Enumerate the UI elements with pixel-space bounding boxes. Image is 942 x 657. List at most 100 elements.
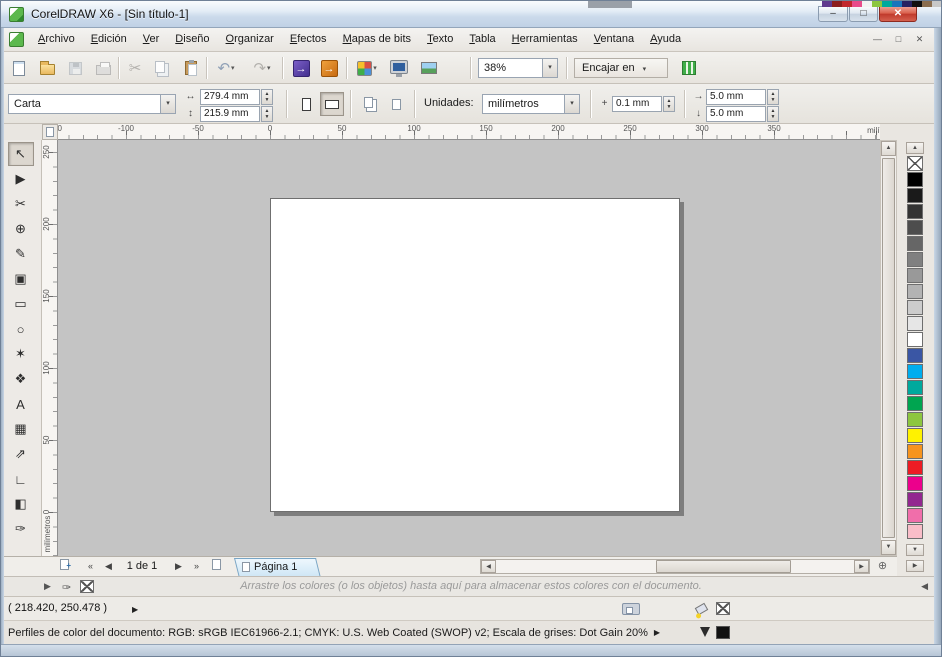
portrait-button[interactable] — [294, 92, 318, 116]
all-pages-button[interactable] — [358, 92, 382, 116]
redo-button[interactable]: ↷▾ — [246, 55, 278, 81]
color-swatch[interactable] — [907, 492, 923, 507]
color-swatch[interactable] — [907, 284, 923, 299]
page-tab[interactable]: Página 1 — [234, 558, 316, 576]
print-button[interactable] — [90, 55, 116, 81]
color-swatch[interactable] — [907, 460, 923, 475]
color-swatch[interactable] — [907, 380, 923, 395]
menu-efectos[interactable]: Efectos — [282, 28, 335, 51]
import-button[interactable]: → — [288, 55, 314, 81]
page-height-field[interactable]: 215.9 mm — [200, 106, 260, 122]
duplicate-x-down-button[interactable]: ▼ — [771, 97, 776, 103]
options-button[interactable] — [676, 55, 702, 81]
menu-texto[interactable]: Texto — [419, 28, 461, 51]
page-height-down-button[interactable]: ▼ — [265, 114, 270, 120]
smart-fill-tool[interactable]: ▣ — [8, 267, 34, 291]
color-swatch[interactable] — [907, 396, 923, 411]
page-width-down-button[interactable]: ▼ — [265, 97, 270, 103]
palette-scroll-up-button[interactable]: ▲ — [906, 142, 924, 154]
color-swatch[interactable] — [907, 204, 923, 219]
vertical-ruler[interactable]: 250 200 150 100 50 0 milímetros — [42, 140, 58, 556]
scroll-up-button[interactable]: ▲ — [881, 141, 896, 156]
application-launcher-button[interactable]: ▾ — [352, 55, 382, 81]
copy-button[interactable] — [150, 55, 176, 81]
paper-type-select[interactable]: Carta ▾ — [8, 94, 176, 114]
horizontal-scrollbar-thumb[interactable] — [656, 560, 791, 573]
eyedropper-icon[interactable]: ✑ — [62, 581, 71, 594]
status-misc-icon[interactable] — [622, 603, 640, 615]
drawing-canvas[interactable] — [58, 140, 880, 556]
document-palette-scroll-left-button[interactable]: ◀ — [921, 581, 928, 592]
nudge-down-button[interactable]: ▼ — [667, 104, 672, 110]
blend-tool[interactable]: ◧ — [8, 492, 34, 516]
paper-type-dropdown-icon[interactable]: ▾ — [160, 95, 175, 113]
scroll-right-button[interactable]: ▶ — [854, 560, 869, 573]
vertical-scrollbar[interactable]: ▲ ▼ — [880, 140, 897, 556]
menu-edicion[interactable]: Edición — [83, 28, 135, 51]
ellipse-tool[interactable]: ○ — [8, 317, 34, 341]
color-swatch[interactable] — [907, 172, 923, 187]
next-page-button[interactable]: ▶ — [170, 559, 187, 575]
first-page-button[interactable]: « — [82, 559, 99, 575]
menu-mapas-de-bits[interactable]: Mapas de bits — [335, 28, 420, 51]
maximize-button[interactable]: □ — [849, 6, 878, 22]
color-swatch[interactable] — [907, 188, 923, 203]
color-swatch[interactable] — [907, 476, 923, 491]
zoom-levels-combo[interactable]: 38% ▾ — [478, 58, 558, 78]
page-width-field[interactable]: 279.4 mm — [200, 89, 260, 105]
fill-bucket-icon[interactable] — [695, 603, 709, 615]
outline-pen-icon[interactable] — [700, 627, 710, 637]
polygon-tool[interactable]: ✶ — [8, 342, 34, 366]
color-swatch[interactable] — [907, 316, 923, 331]
horizontal-ruler[interactable]: -150 -100 -50 0 50 100 150 200 250 300 3… — [58, 124, 880, 140]
new-document-button[interactable] — [6, 55, 32, 81]
undo-button[interactable]: ↶▾ — [210, 55, 242, 81]
crop-tool[interactable]: ✂ — [8, 192, 34, 216]
paste-button[interactable] — [178, 55, 204, 81]
menu-ventana[interactable]: Ventana — [586, 28, 642, 51]
color-swatch[interactable] — [907, 252, 923, 267]
color-swatch[interactable] — [907, 268, 923, 283]
welcome-screen-button[interactable] — [386, 55, 412, 81]
color-swatch[interactable] — [907, 220, 923, 235]
doc-close-button[interactable]: ✕ — [911, 32, 928, 47]
palette-flyout-button[interactable]: ▶ — [906, 560, 924, 572]
nudge-offset-field[interactable]: 0.1 mm — [612, 96, 662, 112]
fill-none-swatch[interactable] — [716, 602, 730, 615]
snap-to-dropdown[interactable]: Encajar en▾ — [574, 58, 668, 78]
doc-restore-button[interactable]: □ — [890, 32, 907, 47]
redo-dropdown-icon[interactable]: ▾ — [267, 64, 271, 72]
scroll-down-button[interactable]: ▼ — [881, 540, 896, 555]
menu-ver[interactable]: Ver — [135, 28, 168, 51]
connector-tool[interactable]: ∟ — [8, 467, 34, 491]
color-swatch[interactable] — [907, 348, 923, 363]
color-swatch[interactable] — [907, 236, 923, 251]
color-swatch[interactable] — [907, 300, 923, 315]
palette-scroll-down-button[interactable]: ▼ — [906, 544, 924, 556]
shape-tool[interactable]: ▶ — [8, 167, 34, 191]
scroll-left-button[interactable]: ◀ — [481, 560, 496, 573]
color-swatch[interactable] — [907, 444, 923, 459]
color-swatch[interactable] — [907, 508, 923, 523]
duplicate-y-field[interactable]: 5.0 mm — [706, 106, 766, 122]
coordinates-flyout-icon[interactable]: ▶ — [132, 605, 138, 614]
color-swatch[interactable] — [907, 364, 923, 379]
duplicate-y-down-button[interactable]: ▼ — [771, 114, 776, 120]
menu-diseno[interactable]: Diseño — [167, 28, 217, 51]
no-color-swatch[interactable] — [907, 156, 923, 171]
pick-tool[interactable]: ↖ — [8, 142, 34, 166]
open-button[interactable] — [34, 55, 60, 81]
add-page-button-end[interactable] — [208, 559, 225, 575]
document-page[interactable] — [270, 198, 680, 512]
zoom-levels-dropdown-icon[interactable]: ▾ — [542, 59, 557, 77]
menu-archivo[interactable]: Archivo — [30, 28, 83, 51]
units-dropdown-icon[interactable]: ▾ — [564, 95, 579, 113]
color-eyedropper-tool[interactable]: ✑ — [8, 517, 34, 541]
table-tool[interactable]: ▦ — [8, 417, 34, 441]
last-page-button[interactable]: » — [188, 559, 205, 575]
landscape-button[interactable] — [320, 92, 344, 116]
content-button[interactable] — [416, 55, 442, 81]
menu-herramientas[interactable]: Herramientas — [504, 28, 586, 51]
ruler-origin-button[interactable] — [42, 124, 58, 140]
document-no-color-swatch[interactable] — [80, 580, 94, 593]
